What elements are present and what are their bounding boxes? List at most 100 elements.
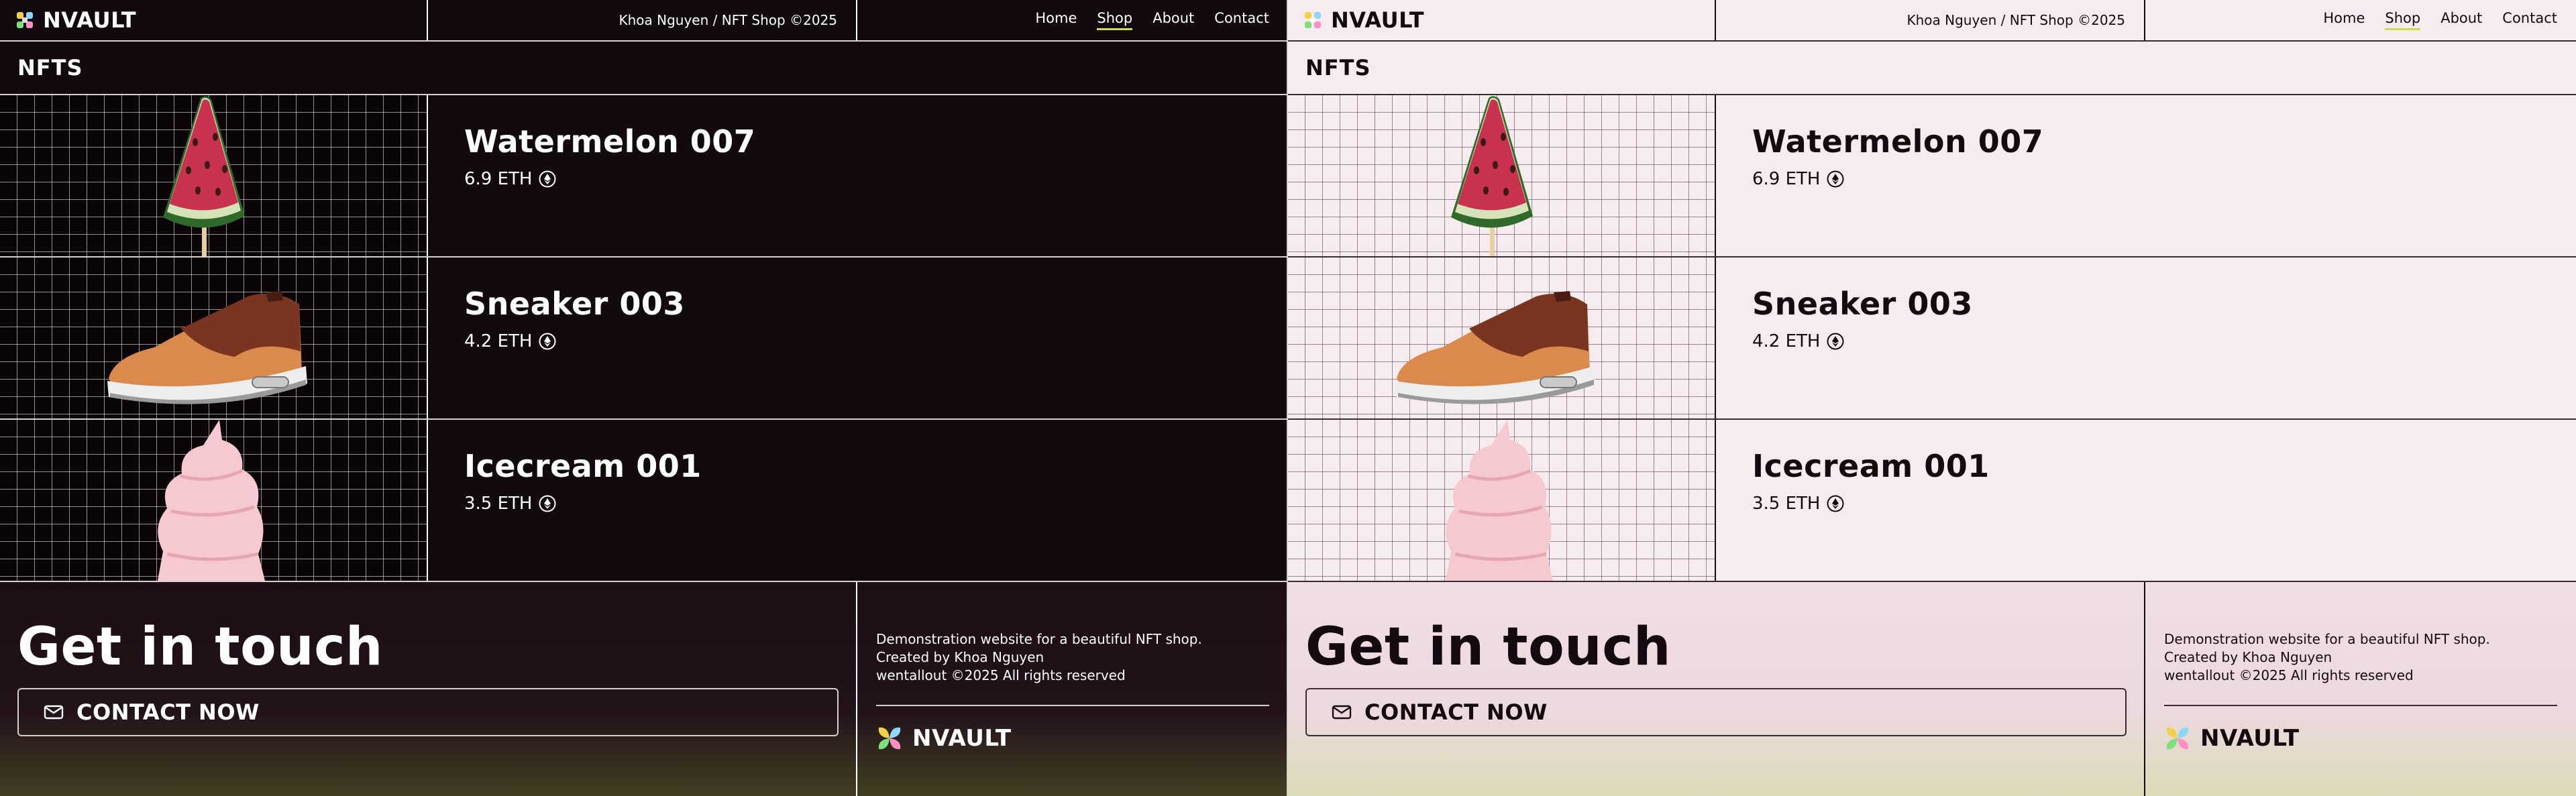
brand-cell: NVAULT <box>0 0 428 40</box>
credit-text: Khoa Nguyen / NFT Shop ©2025 <box>619 12 838 28</box>
nft-row[interactable]: Sneaker 003 4.2 ETH <box>1288 258 2576 420</box>
nav-contact[interactable]: Contact <box>2502 10 2557 30</box>
section-title: NFTS <box>17 55 83 80</box>
logo-icon <box>876 725 903 752</box>
footer-copyright: wentallout ©2025 All rights reserved <box>2164 667 2414 683</box>
nft-name[interactable]: Watermelon 007 <box>1752 123 2043 160</box>
footer-info-area: Demonstration website for a beautiful NF… <box>2145 582 2576 796</box>
price-value: 4.2 ETH <box>464 331 533 351</box>
nft-image-cell[interactable] <box>1288 258 1716 418</box>
nft-row[interactable]: Icecream 001 3.5 ETH <box>0 420 1287 582</box>
brand-cell: NVAULT <box>1288 0 1716 40</box>
main-nav: Home Shop About Contact <box>857 0 1287 40</box>
footer-description: Demonstration website for a beautiful NF… <box>2164 631 2490 647</box>
footer-copyright: wentallout ©2025 All rights reserved <box>876 667 1126 683</box>
footer-brand-name: NVAULT <box>912 725 1012 752</box>
nft-list: Watermelon 007 6.9 ETH Sneaker 003 4.2 E… <box>0 95 1287 582</box>
icecream-image <box>1446 420 1553 581</box>
nft-price: 3.5 ETH <box>464 494 702 514</box>
ethereum-icon <box>1827 170 1844 188</box>
site-header: NVAULT Khoa Nguyen / NFT Shop ©2025 Home… <box>0 0 1287 42</box>
nft-info: Watermelon 007 6.9 ETH <box>1716 95 2043 256</box>
nav-contact[interactable]: Contact <box>1214 10 1269 30</box>
contact-now-button[interactable]: CONTACT NOW <box>17 688 839 736</box>
brand-name[interactable]: NVAULT <box>1331 7 1424 33</box>
footer-author: Created by Khoa Nguyen <box>876 649 1044 665</box>
nft-info: Icecream 001 3.5 ETH <box>1716 420 1990 581</box>
price-value: 6.9 ETH <box>1752 169 1821 189</box>
nft-row[interactable]: Watermelon 007 6.9 ETH <box>0 95 1287 258</box>
footer-author: Created by Khoa Nguyen <box>2164 649 2332 665</box>
footer-brand[interactable]: NVAULT <box>876 725 1269 752</box>
nft-row[interactable]: Watermelon 007 6.9 ETH <box>1288 95 2576 258</box>
ethereum-icon <box>539 495 556 512</box>
contact-now-label: CONTACT NOW <box>1364 699 1548 725</box>
ethereum-icon <box>539 170 556 188</box>
footer-info-area: Demonstration website for a beautiful NF… <box>857 582 1287 796</box>
footer-divider <box>2164 705 2557 706</box>
brand-name[interactable]: NVAULT <box>43 7 136 33</box>
mail-icon <box>43 703 64 721</box>
nft-price: 4.2 ETH <box>464 331 685 351</box>
ethereum-icon <box>1827 333 1844 350</box>
footer-heading: Get in touch <box>17 617 383 677</box>
section-title: NFTS <box>1305 55 1371 80</box>
nft-info: Watermelon 007 6.9 ETH <box>428 95 755 256</box>
nft-info: Sneaker 003 4.2 ETH <box>428 258 685 418</box>
main-nav: Home Shop About Contact <box>2145 0 2576 40</box>
logo-icon <box>2164 725 2191 752</box>
credit-text: Khoa Nguyen / NFT Shop ©2025 <box>1907 12 2126 28</box>
nft-name[interactable]: Sneaker 003 <box>1752 286 1973 322</box>
nav-about[interactable]: About <box>2440 10 2482 30</box>
nft-name[interactable]: Icecream 001 <box>1752 448 1990 484</box>
nft-image-cell[interactable] <box>1288 420 1716 581</box>
nft-name[interactable]: Sneaker 003 <box>464 286 685 322</box>
sneaker-image <box>107 291 307 404</box>
nav-shop[interactable]: Shop <box>1097 10 1133 30</box>
nft-info: Icecream 001 3.5 ETH <box>428 420 702 581</box>
ethereum-icon <box>1827 495 1844 512</box>
header-credit: Khoa Nguyen / NFT Shop ©2025 <box>428 0 857 40</box>
footer-contact-area: Get in touch CONTACT NOW <box>1288 582 2145 796</box>
footer-brand[interactable]: NVAULT <box>2164 725 2557 752</box>
mail-icon <box>1331 703 1352 721</box>
nft-image-cell[interactable] <box>0 420 428 581</box>
nav-shop[interactable]: Shop <box>2385 10 2421 30</box>
nav-home[interactable]: Home <box>1035 10 1077 30</box>
nav-home[interactable]: Home <box>2323 10 2365 30</box>
nft-price: 6.9 ETH <box>1752 169 2043 189</box>
price-value: 3.5 ETH <box>464 494 533 514</box>
dark-theme-pane: NVAULT Khoa Nguyen / NFT Shop ©2025 Home… <box>0 0 1288 796</box>
watermelon-popsicle-image <box>1451 96 1533 256</box>
nft-row[interactable]: Icecream 001 3.5 ETH <box>1288 420 2576 582</box>
nft-price: 3.5 ETH <box>1752 494 1990 514</box>
nft-name[interactable]: Icecream 001 <box>464 448 702 484</box>
nft-price: 4.2 ETH <box>1752 331 1973 351</box>
site-footer: Get in touch CONTACT NOW Demonstration w… <box>1288 582 2576 796</box>
footer-divider <box>876 705 1269 706</box>
section-header: NFTS <box>1288 42 2576 95</box>
nft-price: 6.9 ETH <box>464 169 755 189</box>
nft-name[interactable]: Watermelon 007 <box>464 123 755 160</box>
nft-image-cell[interactable] <box>1288 95 1716 256</box>
price-value: 3.5 ETH <box>1752 494 1821 514</box>
footer-description: Demonstration website for a beautiful NF… <box>876 631 1202 647</box>
site-footer: Get in touch CONTACT NOW Demonstration w… <box>0 582 1287 796</box>
icecream-image <box>158 420 265 581</box>
contact-now-label: CONTACT NOW <box>76 699 260 725</box>
price-value: 6.9 ETH <box>464 169 533 189</box>
ethereum-icon <box>539 333 556 350</box>
logo-icon[interactable] <box>16 11 34 29</box>
footer-contact-area: Get in touch CONTACT NOW <box>0 582 857 796</box>
footer-heading: Get in touch <box>1305 617 1671 677</box>
nav-about[interactable]: About <box>1152 10 1194 30</box>
nft-image-cell[interactable] <box>0 95 428 256</box>
footer-brand-name: NVAULT <box>2200 725 2300 752</box>
site-header: NVAULT Khoa Nguyen / NFT Shop ©2025 Home… <box>1288 0 2576 42</box>
nft-row[interactable]: Sneaker 003 4.2 ETH <box>0 258 1287 420</box>
contact-now-button[interactable]: CONTACT NOW <box>1305 688 2127 736</box>
price-value: 4.2 ETH <box>1752 331 1821 351</box>
header-credit: Khoa Nguyen / NFT Shop ©2025 <box>1716 0 2145 40</box>
nft-image-cell[interactable] <box>0 258 428 418</box>
logo-icon[interactable] <box>1304 11 1322 29</box>
